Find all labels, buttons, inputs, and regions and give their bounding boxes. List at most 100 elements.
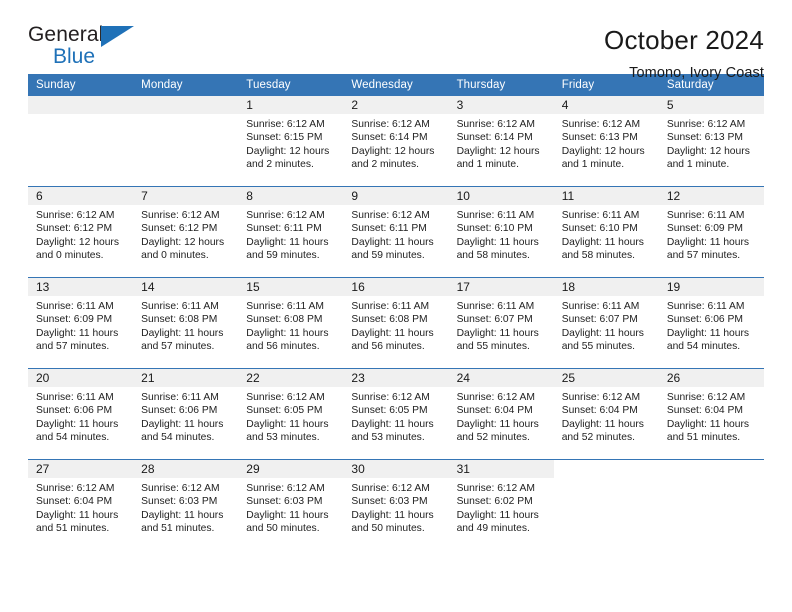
day-number: 13 [28,278,134,296]
calendar-day-cell[interactable]: 4 Sunrise: 6:12 AM Sunset: 6:13 PM Daylight… [553,96,659,187]
day-number: 9 [343,187,449,205]
calendar-day-cell[interactable]: 25 Sunrise: 6:12 AM Sunset: 6:04 PM Dayligh… [553,368,659,460]
day-number: 4 [553,96,659,114]
day-number: 1 [238,96,344,114]
sunrise-text: Sunrise: 6:11 AM [141,301,219,312]
daylight-text-line2: and 53 minutes. [246,432,320,444]
daylight-text-line2: and 49 minutes. [456,523,530,535]
sunrise-text: Sunrise: 6:12 AM [561,119,641,130]
calendar-day-cell[interactable]: 19 Sunrise: 6:11 AM Sunset: 6:06 PM Dayligh… [658,277,764,369]
daylight-text-line1: Daylight: 11 hours [456,509,539,521]
daylight-text-line1: Daylight: 11 hours [561,418,644,430]
sunset-text: Sunset: 6:12 PM [141,223,218,235]
daylight-text-line1: Daylight: 11 hours [141,418,224,430]
calendar-day-cell[interactable]: 12 Sunrise: 6:11 AM Sunset: 6:09 PM Dayligh… [658,186,764,278]
calendar-day-cell[interactable]: 22 Sunrise: 6:12 AM Sunset: 6:05 PM Dayligh… [238,368,344,460]
day-info: Sunrise: 6:11 AM Sunset: 6:06 PM Daylight:… [28,387,133,445]
sunrise-text: Sunrise: 6:11 AM [666,301,745,312]
calendar-day-cell[interactable]: 18 Sunrise: 6:11 AM Sunset: 6:07 PM Dayligh… [553,277,659,369]
calendar-day-cell[interactable]: 1 Sunrise: 6:12 AM Sunset: 6:15 PM Daylight… [238,96,344,187]
sunrise-text: Sunrise: 6:12 AM [456,119,535,130]
calendar-day-cell[interactable]: 8 Sunrise: 6:12 AM Sunset: 6:11 PM Daylight… [238,186,344,278]
weekday-header-thursday: Thursday [448,74,554,96]
sunrise-text: Sunrise: 6:11 AM [351,301,430,312]
day-number [133,96,239,114]
calendar-week-row: 6 Sunrise: 6:12 AM Sunset: 6:12 PM Daylight… [28,186,764,278]
daylight-text-line2: and 0 minutes. [36,250,104,262]
calendar-week-row: 20 Sunrise: 6:11 AM Sunset: 6:06 PM Dayligh… [28,368,764,460]
calendar-day-cell[interactable]: 11 Sunrise: 6:11 AM Sunset: 6:10 PM Dayligh… [553,186,659,278]
calendar-day-cell[interactable]: 13 Sunrise: 6:11 AM Sunset: 6:09 PM Dayligh… [28,277,134,369]
calendar-day-cell[interactable]: 9 Sunrise: 6:12 AM Sunset: 6:11 PM Daylight… [343,186,449,278]
day-number: 8 [238,187,344,205]
page-title: October 2024 [604,25,764,55]
day-info: Sunrise: 6:11 AM Sunset: 6:07 PM Daylight:… [554,296,659,354]
calendar-day-cell[interactable]: 17 Sunrise: 6:11 AM Sunset: 6:07 PM Dayligh… [448,277,554,369]
calendar-week-row: 1 Sunrise: 6:12 AM Sunset: 6:15 PM Daylight… [28,96,764,187]
calendar-day-cell[interactable]: 26 Sunrise: 6:12 AM Sunset: 6:04 PM Dayligh… [658,368,764,460]
calendar-empty-cell [133,96,239,187]
calendar-day-cell[interactable]: 14 Sunrise: 6:11 AM Sunset: 6:08 PM Dayligh… [133,277,239,369]
calendar-day-cell[interactable]: 27 Sunrise: 6:12 AM Sunset: 6:04 PM Dayligh… [28,459,134,550]
daylight-text-line2: and 54 minutes. [36,432,110,444]
daylight-text-line2: and 58 minutes. [561,250,635,262]
calendar-day-cell[interactable]: 7 Sunrise: 6:12 AM Sunset: 6:12 PM Daylight… [133,186,239,278]
calendar-day-cell[interactable]: 10 Sunrise: 6:11 AM Sunset: 6:10 PM Dayligh… [448,186,554,278]
sunrise-text: Sunrise: 6:11 AM [456,301,535,312]
daylight-text-line1: Daylight: 12 hours [141,236,225,248]
day-number: 22 [238,369,344,387]
day-info: Sunrise: 6:12 AM Sunset: 6:03 PM Daylight:… [133,478,238,536]
sunrise-text: Sunrise: 6:11 AM [561,301,640,312]
triangle-flag-icon [101,26,134,47]
title-block: October 2024 Tomono, Ivory Coast [604,24,764,81]
calendar-day-cell[interactable]: 3 Sunrise: 6:12 AM Sunset: 6:14 PM Daylight… [448,96,554,187]
calendar-day-cell[interactable]: 6 Sunrise: 6:12 AM Sunset: 6:12 PM Daylight… [28,186,134,278]
day-number: 25 [553,369,659,387]
sunrise-text: Sunrise: 6:12 AM [36,210,115,221]
day-info: Sunrise: 6:11 AM Sunset: 6:08 PM Daylight:… [343,296,448,354]
calendar-day-cell[interactable]: 15 Sunrise: 6:11 AM Sunset: 6:08 PM Dayligh… [238,277,344,369]
day-number: 24 [448,369,554,387]
day-info: Sunrise: 6:11 AM Sunset: 6:07 PM Daylight:… [449,296,554,354]
sunset-text: Sunset: 6:09 PM [36,314,113,326]
calendar-day-cell[interactable]: 24 Sunrise: 6:12 AM Sunset: 6:04 PM Dayligh… [448,368,554,460]
brand-logo[interactable]: General Blue [28,24,148,74]
calendar-day-cell[interactable]: 2 Sunrise: 6:12 AM Sunset: 6:14 PM Daylight… [343,96,449,187]
sunrise-text: Sunrise: 6:12 AM [666,392,746,403]
day-number: 6 [28,187,134,205]
calendar-day-cell[interactable]: 21 Sunrise: 6:11 AM Sunset: 6:06 PM Dayligh… [133,368,239,460]
day-info: Sunrise: 6:12 AM Sunset: 6:03 PM Daylight:… [343,478,448,536]
day-info: Sunrise: 6:12 AM Sunset: 6:12 PM Daylight:… [28,205,133,263]
sunset-text: Sunset: 6:09 PM [666,223,743,235]
sunrise-text: Sunrise: 6:12 AM [246,210,325,221]
day-info: Sunrise: 6:12 AM Sunset: 6:15 PM Daylight:… [238,114,343,172]
calendar-day-cell[interactable]: 30 Sunrise: 6:12 AM Sunset: 6:03 PM Dayligh… [343,459,449,550]
sunset-text: Sunset: 6:06 PM [666,314,743,326]
day-number [659,460,764,478]
day-info [659,478,764,482]
calendar-day-cell[interactable]: 20 Sunrise: 6:11 AM Sunset: 6:06 PM Dayligh… [28,368,134,460]
sunset-text: Sunset: 6:03 PM [141,496,218,508]
calendar-day-cell[interactable]: 31 Sunrise: 6:12 AM Sunset: 6:02 PM Dayligh… [448,459,554,550]
day-info: Sunrise: 6:12 AM Sunset: 6:04 PM Daylight:… [449,387,554,445]
calendar-day-cell[interactable]: 16 Sunrise: 6:11 AM Sunset: 6:08 PM Dayligh… [343,277,449,369]
calendar-day-cell[interactable]: 23 Sunrise: 6:12 AM Sunset: 6:05 PM Dayligh… [343,368,449,460]
calendar-day-cell[interactable]: 28 Sunrise: 6:12 AM Sunset: 6:03 PM Dayligh… [133,459,239,550]
sunset-text: Sunset: 6:11 PM [246,223,322,235]
daylight-text-line2: and 50 minutes. [351,523,425,535]
daylight-text-line2: and 56 minutes. [246,341,320,353]
calendar-day-cell[interactable]: 5 Sunrise: 6:12 AM Sunset: 6:13 PM Daylight… [658,96,764,187]
daylight-text-line2: and 57 minutes. [36,341,110,353]
daylight-text-line2: and 51 minutes. [36,523,110,535]
daylight-text-line1: Daylight: 11 hours [36,327,119,339]
sunset-text: Sunset: 6:14 PM [456,132,533,144]
daylight-text-line2: and 55 minutes. [456,341,530,353]
day-number: 12 [658,187,764,205]
daylight-text-line1: Daylight: 11 hours [351,509,434,521]
sunrise-text: Sunrise: 6:12 AM [36,483,115,494]
calendar-table: Sunday Monday Tuesday Wednesday Thursday Frid… [28,74,764,550]
day-number: 7 [133,187,239,205]
day-number [554,460,659,478]
calendar-day-cell[interactable]: 29 Sunrise: 6:12 AM Sunset: 6:03 PM Dayligh… [238,459,344,550]
daylight-text-line2: and 2 minutes. [246,159,314,171]
